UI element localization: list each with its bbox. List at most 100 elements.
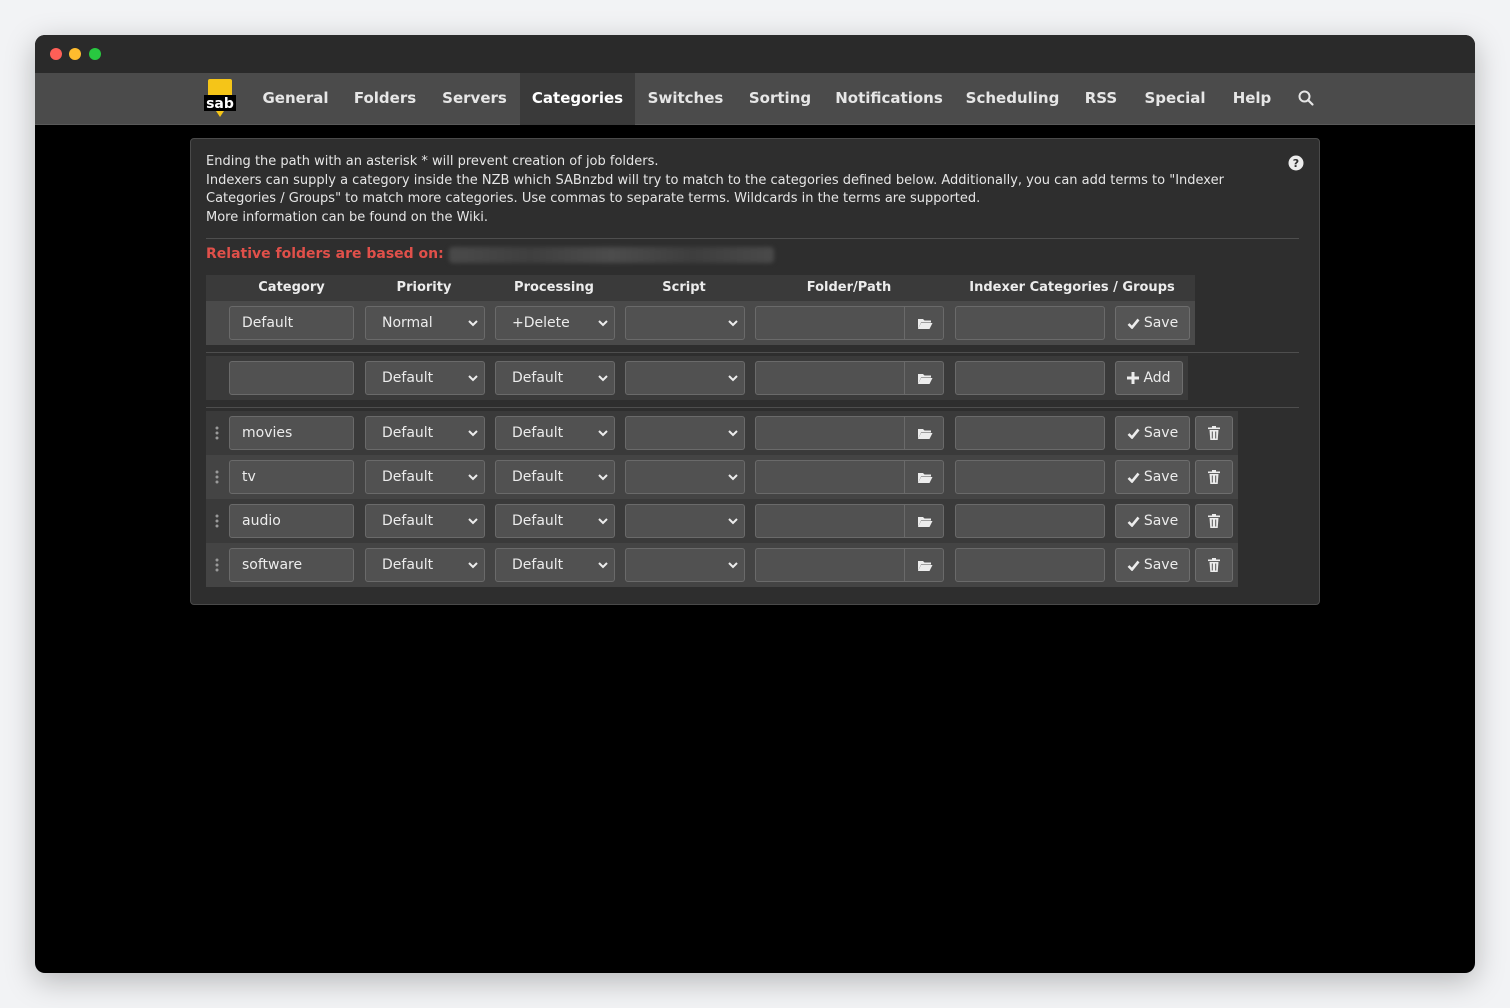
processing-value: Default bbox=[512, 557, 564, 573]
category-name-input[interactable]: Default bbox=[229, 306, 354, 340]
save-button[interactable]: Save bbox=[1115, 460, 1190, 494]
browser-window: sab General Folders Servers Categories S… bbox=[35, 35, 1475, 973]
processing-select[interactable]: Default bbox=[495, 504, 615, 538]
browse-folder-button[interactable] bbox=[904, 460, 944, 494]
save-button[interactable]: Save bbox=[1115, 504, 1190, 538]
search-icon[interactable] bbox=[1297, 89, 1315, 107]
delete-category-button[interactable] bbox=[1195, 460, 1233, 494]
indexer-groups-input[interactable] bbox=[955, 548, 1105, 582]
nav-switches[interactable]: Switches bbox=[635, 73, 736, 125]
browse-folder-button[interactable] bbox=[904, 361, 944, 395]
nav-notifications[interactable]: Notifications bbox=[824, 73, 954, 125]
priority-select[interactable]: Normal bbox=[365, 306, 485, 340]
folder-path-input[interactable] bbox=[755, 460, 905, 494]
category-row: movies Default Default Save bbox=[206, 411, 1238, 455]
folder-path-input[interactable] bbox=[755, 416, 905, 450]
check-icon bbox=[1127, 318, 1140, 330]
folder-open-icon bbox=[918, 561, 933, 571]
chevron-down-icon bbox=[728, 474, 738, 481]
indexer-groups-input[interactable] bbox=[955, 460, 1105, 494]
indexer-groups-input[interactable] bbox=[955, 361, 1105, 395]
drag-handle-icon[interactable] bbox=[215, 558, 219, 572]
nav-rss[interactable]: RSS bbox=[1071, 73, 1131, 125]
processing-select[interactable]: Default bbox=[495, 416, 615, 450]
info-line-wiki[interactable]: More information can be found on the Wik… bbox=[206, 209, 1266, 228]
folder-path-input[interactable] bbox=[755, 548, 905, 582]
drag-handle-icon[interactable] bbox=[215, 470, 219, 484]
processing-value: Default bbox=[512, 469, 564, 485]
save-label: Save bbox=[1143, 315, 1179, 331]
help-icon[interactable]: ? bbox=[1288, 155, 1304, 171]
nav-categories[interactable]: Categories bbox=[520, 73, 635, 125]
chevron-down-icon bbox=[468, 430, 478, 437]
save-button[interactable]: Save bbox=[1115, 548, 1190, 582]
save-button[interactable]: Save bbox=[1115, 306, 1190, 340]
priority-select[interactable]: Default bbox=[365, 361, 485, 395]
add-category-button[interactable]: Add bbox=[1115, 361, 1183, 395]
save-label: Save bbox=[1143, 469, 1179, 485]
folder-path-input[interactable] bbox=[755, 361, 905, 395]
priority-value: Default bbox=[382, 513, 434, 529]
processing-value: +Delete bbox=[512, 315, 570, 331]
sabnzbd-logo[interactable]: sab bbox=[200, 77, 240, 121]
new-category-name-input[interactable] bbox=[229, 361, 354, 395]
priority-select[interactable]: Default bbox=[365, 416, 485, 450]
col-category: Category bbox=[258, 280, 325, 295]
browse-folder-button[interactable] bbox=[904, 306, 944, 340]
drag-handle-icon[interactable] bbox=[215, 426, 219, 440]
svg-text:sab: sab bbox=[206, 96, 234, 112]
priority-select[interactable]: Default bbox=[365, 548, 485, 582]
category-name-input[interactable]: tv bbox=[229, 460, 354, 494]
delete-category-button[interactable] bbox=[1195, 548, 1233, 582]
info-line-asterisk: Ending the path with an asterisk * will … bbox=[206, 154, 659, 169]
close-window-button[interactable] bbox=[50, 48, 62, 60]
trash-icon bbox=[1208, 514, 1220, 528]
chevron-down-icon bbox=[468, 562, 478, 569]
browse-folder-button[interactable] bbox=[904, 504, 944, 538]
indexer-groups-input[interactable] bbox=[955, 416, 1105, 450]
processing-select[interactable]: Default bbox=[495, 548, 615, 582]
nav-general[interactable]: General bbox=[250, 73, 341, 125]
delete-category-button[interactable] bbox=[1195, 416, 1233, 450]
processing-select[interactable]: Default bbox=[495, 361, 615, 395]
add-label: Add bbox=[1143, 370, 1171, 386]
nav-sorting[interactable]: Sorting bbox=[736, 73, 824, 125]
category-row: audio Default Default Save bbox=[206, 499, 1238, 543]
delete-category-button[interactable] bbox=[1195, 504, 1233, 538]
nav-special[interactable]: Special bbox=[1131, 73, 1219, 125]
category-name-input[interactable]: movies bbox=[229, 416, 354, 450]
chevron-down-icon bbox=[598, 320, 608, 327]
processing-value: Default bbox=[512, 513, 564, 529]
priority-select[interactable]: Default bbox=[365, 504, 485, 538]
trash-icon bbox=[1208, 470, 1220, 484]
new-category-row: Default Default Add bbox=[206, 356, 1188, 400]
script-select[interactable] bbox=[625, 306, 745, 340]
category-name-input[interactable]: software bbox=[229, 548, 354, 582]
drag-handle-icon[interactable] bbox=[215, 514, 219, 528]
minimize-window-button[interactable] bbox=[69, 48, 81, 60]
script-select[interactable] bbox=[625, 548, 745, 582]
divider bbox=[206, 352, 1299, 353]
processing-value: Default bbox=[512, 370, 564, 386]
script-select[interactable] bbox=[625, 504, 745, 538]
nav-folders[interactable]: Folders bbox=[341, 73, 429, 125]
browse-folder-button[interactable] bbox=[904, 548, 944, 582]
table-header: Category Priority Processing Script Fold… bbox=[206, 275, 1195, 301]
script-select[interactable] bbox=[625, 361, 745, 395]
maximize-window-button[interactable] bbox=[89, 48, 101, 60]
processing-select[interactable]: +Delete bbox=[495, 306, 615, 340]
script-select[interactable] bbox=[625, 460, 745, 494]
nav-scheduling[interactable]: Scheduling bbox=[954, 73, 1071, 125]
indexer-groups-input[interactable] bbox=[955, 306, 1105, 340]
nav-servers[interactable]: Servers bbox=[429, 73, 520, 125]
folder-path-input[interactable] bbox=[755, 306, 905, 340]
script-select[interactable] bbox=[625, 416, 745, 450]
nav-help[interactable]: Help bbox=[1219, 73, 1285, 125]
browse-folder-button[interactable] bbox=[904, 416, 944, 450]
processing-select[interactable]: Default bbox=[495, 460, 615, 494]
save-button[interactable]: Save bbox=[1115, 416, 1190, 450]
folder-path-input[interactable] bbox=[755, 504, 905, 538]
priority-select[interactable]: Default bbox=[365, 460, 485, 494]
indexer-groups-input[interactable] bbox=[955, 504, 1105, 538]
category-name-input[interactable]: audio bbox=[229, 504, 354, 538]
